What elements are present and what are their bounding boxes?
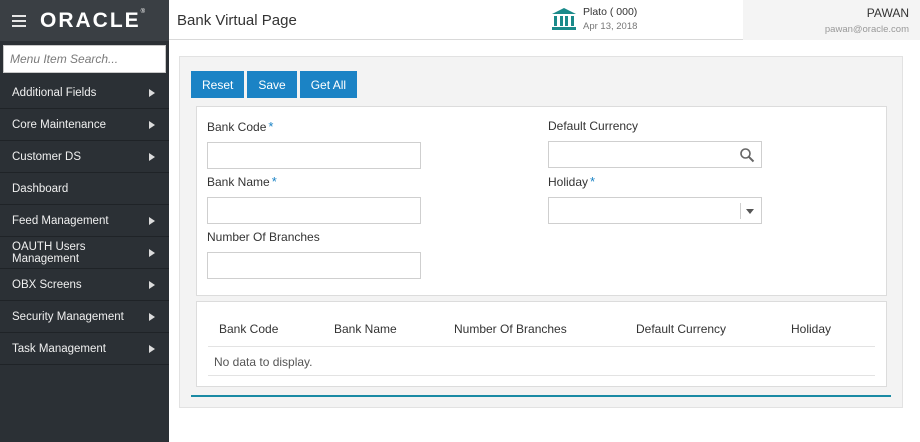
branch-date: Apr 13, 2018 <box>583 21 638 32</box>
divider <box>191 395 891 397</box>
holiday-field-group: Holiday * <box>548 174 762 224</box>
column-header-bank-code[interactable]: Bank Code <box>219 322 278 336</box>
chevron-right-icon <box>149 312 155 321</box>
column-header-holiday[interactable]: Holiday <box>791 322 831 336</box>
default-currency-label: Default Currency <box>548 119 639 133</box>
chevron-right-icon <box>149 88 155 97</box>
page-title: Bank Virtual Page <box>177 12 297 29</box>
number-of-branches-label: Number Of Branches <box>207 230 320 244</box>
search-icon[interactable] <box>739 147 755 163</box>
bank-name-field-group: Bank Name * <box>207 174 421 224</box>
sidebar-item-core-maintenance[interactable]: Core Maintenance <box>0 109 169 141</box>
bank-code-input[interactable] <box>208 143 420 168</box>
get-all-button[interactable]: Get All <box>299 71 358 98</box>
default-currency-field-group: Default Currency <box>548 119 762 168</box>
toolbar: Reset Save Get All <box>191 71 358 98</box>
sidebar-item-label: Core Maintenance <box>12 118 106 131</box>
required-marker: * <box>590 174 596 189</box>
reset-button[interactable]: Reset <box>191 71 245 98</box>
empty-table-message: No data to display. <box>214 355 313 369</box>
sidebar-item-label: Customer DS <box>12 150 82 163</box>
branch-name: Plato ( 000) <box>583 6 638 18</box>
number-of-branches-field-group: Number Of Branches <box>207 230 421 279</box>
bank-code-field-group: Bank Code * <box>207 119 421 169</box>
sidebar-item-label: OBX Screens <box>12 278 82 291</box>
sidebar-item-oauth-users-management[interactable]: OAUTH Users Management <box>0 237 169 269</box>
sidebar: ORACLE® Additional Fields Core Maintenan… <box>0 0 169 442</box>
user-name: PAWAN <box>866 6 909 20</box>
sidebar-item-label: Additional Fields <box>12 86 97 99</box>
top-header: Bank Virtual Page Plato ( 000) Apr 13, 2… <box>169 0 920 40</box>
sidebar-menu: Additional Fields Core Maintenance Custo… <box>0 77 169 365</box>
main-content: Reset Save Get All Bank Code * Default Cu… <box>179 56 903 408</box>
hamburger-menu-icon[interactable] <box>12 14 26 27</box>
bank-form-panel: Bank Code * Default Currency Bank Name * H… <box>196 106 887 296</box>
column-header-bank-name[interactable]: Bank Name <box>334 322 397 336</box>
sidebar-item-label: Task Management <box>12 342 106 355</box>
bank-name-label: Bank Name <box>207 175 270 189</box>
column-header-default-currency[interactable]: Default Currency <box>636 322 726 336</box>
sidebar-item-label: Security Management <box>12 310 124 323</box>
results-table: Bank Code Bank Name Number Of Branches D… <box>196 301 887 387</box>
chevron-right-icon <box>149 216 155 225</box>
chevron-right-icon <box>149 344 155 353</box>
required-marker: * <box>271 174 277 189</box>
menu-search-box <box>3 45 167 73</box>
sidebar-item-task-management[interactable]: Task Management <box>0 333 169 365</box>
oracle-logo: ORACLE® <box>40 8 146 32</box>
chevron-right-icon <box>149 248 155 257</box>
branch-selector[interactable]: Plato ( 000) Apr 13, 2018 <box>551 6 637 32</box>
bank-code-label: Bank Code <box>207 120 267 134</box>
chevron-down-icon[interactable] <box>746 209 754 214</box>
user-menu[interactable]: PAWAN pawan@oracle.com <box>743 0 920 40</box>
sidebar-item-customer-ds[interactable]: Customer DS <box>0 141 169 173</box>
column-header-number-of-branches[interactable]: Number Of Branches <box>454 322 567 336</box>
chevron-right-icon <box>149 280 155 289</box>
sidebar-item-obx-screens[interactable]: OBX Screens <box>0 269 169 301</box>
chevron-right-icon <box>149 152 155 161</box>
sidebar-item-label: Dashboard <box>12 182 69 195</box>
sidebar-item-dashboard[interactable]: Dashboard <box>0 173 169 205</box>
bank-name-input[interactable] <box>208 198 420 223</box>
table-header: Bank Code Bank Name Number Of Branches D… <box>208 322 875 347</box>
menu-search-input[interactable] <box>10 52 167 66</box>
holiday-select[interactable] <box>548 197 762 224</box>
sidebar-item-label: OAUTH Users Management <box>12 240 86 265</box>
sidebar-item-feed-management[interactable]: Feed Management <box>0 205 169 237</box>
sidebar-item-additional-fields[interactable]: Additional Fields <box>0 77 169 109</box>
default-currency-input[interactable] <box>549 142 761 167</box>
holiday-label: Holiday <box>548 175 589 189</box>
required-marker: * <box>268 119 274 134</box>
brand-bar: ORACLE® <box>0 0 169 41</box>
sidebar-item-security-management[interactable]: Security Management <box>0 301 169 333</box>
bank-icon <box>552 8 576 30</box>
chevron-right-icon <box>149 120 155 129</box>
save-button[interactable]: Save <box>247 71 297 98</box>
sidebar-item-label: Feed Management <box>12 214 109 227</box>
user-email: pawan@oracle.com <box>824 24 909 35</box>
number-of-branches-input[interactable] <box>208 253 420 278</box>
